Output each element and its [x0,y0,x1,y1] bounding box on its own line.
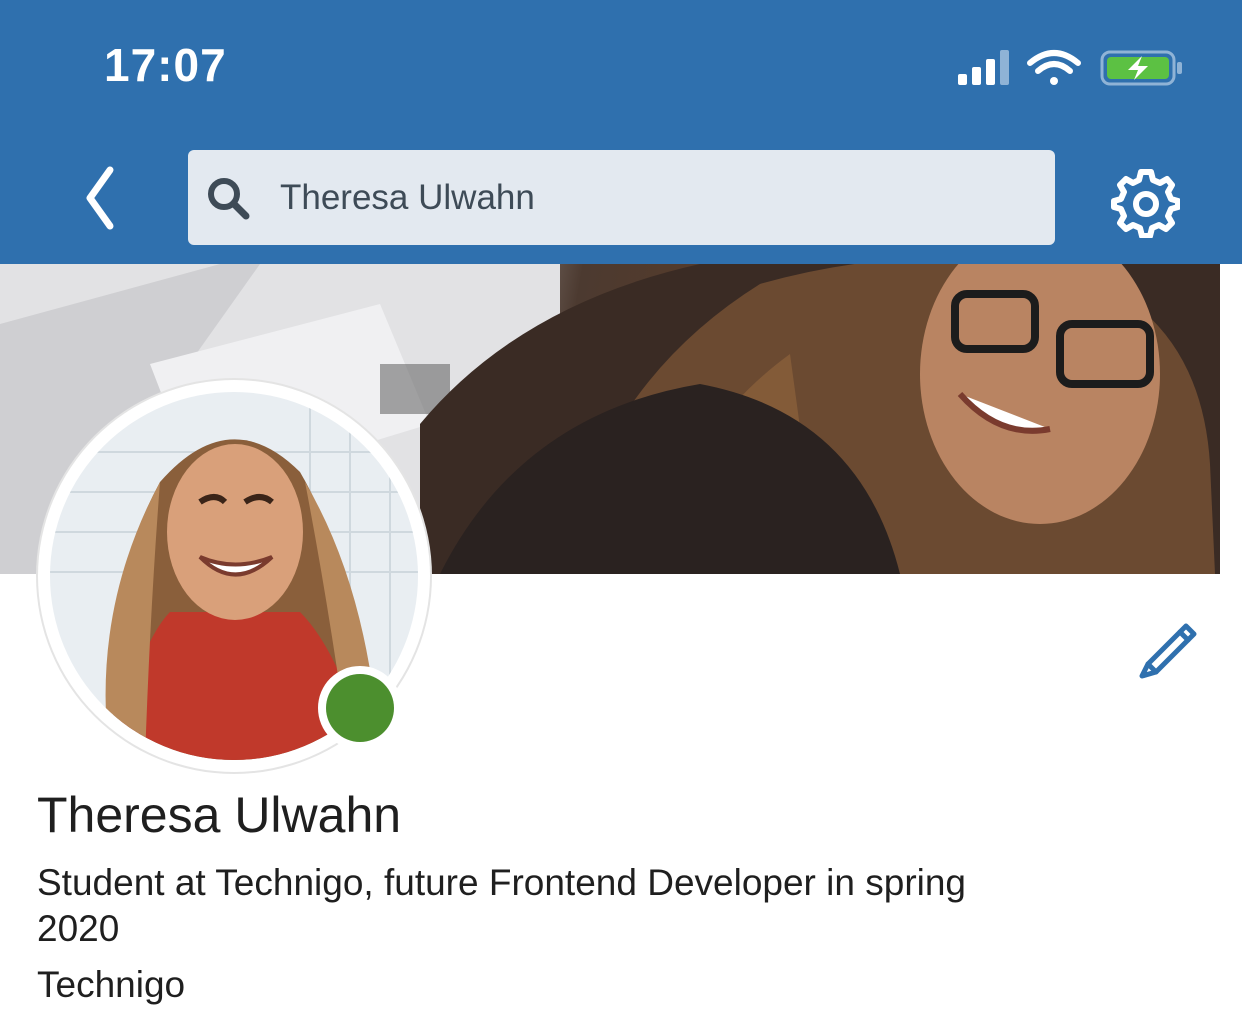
battery-charging-icon [1100,50,1182,86]
search-input[interactable]: Theresa Ulwahn [188,150,1055,245]
online-status-dot [326,674,394,742]
presence-indicator [318,666,402,750]
search-icon [208,178,250,220]
signal-icon [958,50,1009,85]
status-time: 17:07 [104,39,227,91]
back-button[interactable] [70,160,130,236]
wifi-icon [1027,50,1081,85]
pencil-icon [1139,623,1197,679]
top-bar: 17:07 Theresa Ulwahn [0,0,1242,264]
profile-name: Theresa Ulwahn [37,787,402,843]
gear-icon [1111,169,1181,239]
profile-company: Technigo [37,964,186,1005]
chevron-left-icon [86,166,114,230]
settings-button[interactable] [1108,166,1181,239]
profile-headline: Student at Technigo, future Frontend Dev… [37,862,967,949]
edit-profile-button[interactable] [1136,614,1206,684]
status-icons [958,50,1182,86]
search-value: Theresa Ulwahn [280,178,535,217]
